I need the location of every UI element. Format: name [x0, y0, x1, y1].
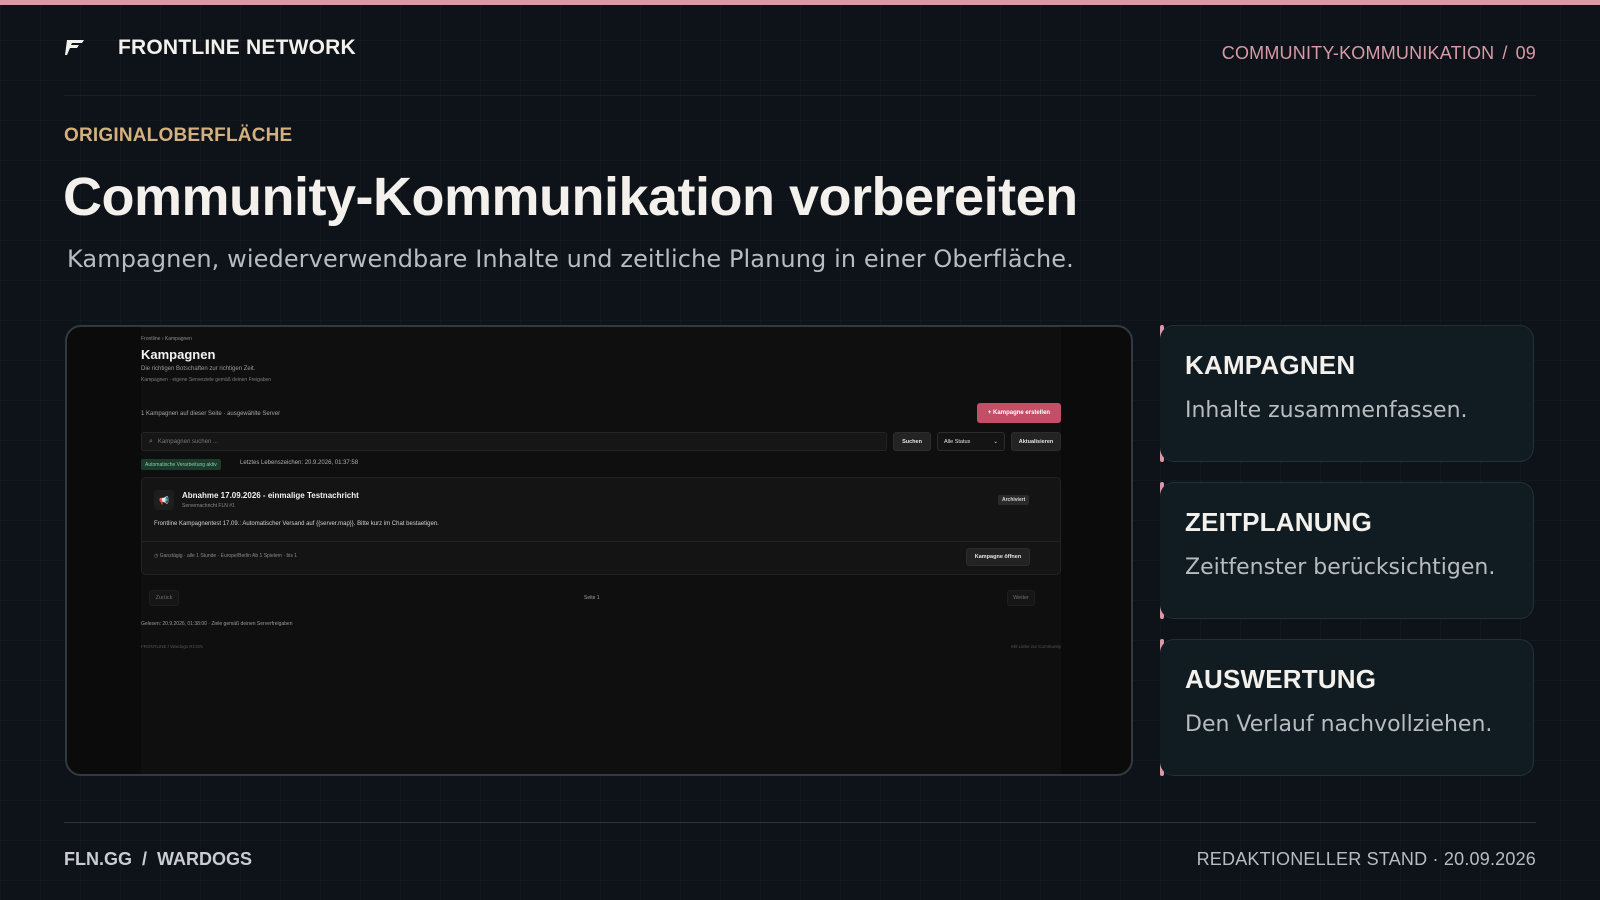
create-campaign-button[interactable]: + Kampagne erstellen [977, 403, 1061, 423]
feature-card-zeitplanung: ZEITPLANUNG Zeitfenster berücksichtigen. [1160, 482, 1534, 619]
next-page-button[interactable]: Weiter [1007, 590, 1035, 606]
campaigns-subline: Kampagnen · eigene Serverziele gemäß dei… [141, 377, 272, 383]
header-divider [64, 95, 1536, 96]
page-title: Community-Kommunikation vorbereiten [63, 167, 1078, 227]
campaign-text: Frontline Kampagnentest 17.09.: Automati… [154, 521, 439, 527]
campaign-card[interactable]: 📢 Abnahme 17.09.2026 - einmalige Testnac… [141, 477, 1061, 575]
brand: FRONTLINE NETWORK [64, 36, 356, 60]
page-indicator: Seite 1 [584, 595, 600, 601]
app-footer-right: Mit Liebe zur Community [1011, 644, 1061, 649]
feature-card-auswertung: AUSWERTUNG Den Verlauf nachvollziehen. [1160, 639, 1534, 776]
status-badge: Archiviert [998, 495, 1030, 505]
campaigns-description: Die richtigen Botschaften zur richtigen … [141, 366, 256, 372]
schedule-text: Ganztägig · alle 1 Stunde · Europe/Berli… [159, 553, 298, 559]
feature-text: Inhalte zusammenfassen. [1185, 398, 1468, 423]
refresh-button[interactable]: Aktualisieren [1011, 432, 1061, 451]
prev-page-button[interactable]: Zurück [149, 590, 179, 606]
eyebrow: ORIGINALOBERFLÄCHE [64, 125, 293, 146]
open-campaign-button[interactable]: Kampagne öffnen [966, 548, 1030, 566]
breadcrumb[interactable]: Frontline › Kampagnen [141, 336, 192, 342]
ui-screenshot: Frontline › Kampagnen Kampagnen Die rich… [65, 325, 1133, 776]
megaphone-icon: 📢 [154, 490, 174, 510]
footer-left: FLN.GG / WARDOGS [64, 849, 252, 870]
section-name: COMMUNITY-KOMMUNIKATION [1221, 43, 1495, 63]
feature-title: ZEITPLANUNG [1185, 507, 1373, 537]
frontline-logo-icon [65, 40, 84, 55]
screenshot-content: Frontline › Kampagnen Kampagnen Die rich… [141, 327, 1061, 774]
campaign-meta: Servernachricht FLN #1 [182, 503, 235, 509]
footer-org: WARDOGS [157, 849, 253, 869]
search-button[interactable]: Suchen [893, 432, 931, 451]
campaign-schedule: ◷ Ganztägig · alle 1 Stunde · Europe/Ber… [154, 553, 297, 559]
chevron-down-icon: ⌄ [993, 438, 998, 445]
top-accent-bar [0, 0, 1600, 5]
card-divider [142, 541, 1060, 542]
search-placeholder: Kampagnen suchen ... [157, 438, 218, 445]
app-footer-left: FRONTLINE / Wardogs RCON [141, 644, 203, 649]
campaigns-title: Kampagnen [141, 347, 216, 362]
footer-separator: / [142, 849, 148, 869]
search-input[interactable]: ⌕ Kampagnen suchen ... [141, 432, 887, 451]
read-info: Gelesen: 20.9.2026, 01:38:00 · Ziele gem… [141, 621, 293, 627]
footer-site: FLN.GG [64, 849, 132, 869]
section-label: COMMUNITY-KOMMUNIKATION / 09 [1222, 43, 1536, 64]
feature-title: AUSWERTUNG [1185, 664, 1377, 694]
footer-divider [64, 822, 1536, 823]
status-select-value: Alle Status [944, 438, 971, 445]
campaign-title: Abnahme 17.09.2026 - einmalige Testnachr… [182, 491, 359, 500]
brand-name: FRONTLINE NETWORK [118, 36, 356, 59]
heartbeat-text: Letztes Lebenszeichen: 20.9.2026, 01:37:… [240, 460, 359, 466]
feature-text: Den Verlauf nachvollziehen. [1185, 712, 1493, 737]
feature-title: KAMPAGNEN [1185, 350, 1356, 380]
search-icon: ⌕ [149, 437, 153, 445]
status-select[interactable]: Alle Status ⌄ [937, 432, 1005, 451]
slide-number: 09 [1515, 43, 1536, 63]
auto-processing-badge: Automatische Verarbeitung aktiv [141, 459, 221, 470]
section-separator: / [1502, 43, 1508, 63]
feature-text: Zeitfenster berücksichtigen. [1185, 555, 1496, 580]
campaign-count: 1 Kampagnen auf dieser Seite · ausgewähl… [141, 411, 281, 417]
feature-card-kampagnen: KAMPAGNEN Inhalte zusammenfassen. [1160, 325, 1534, 462]
footer-status: REDAKTIONELLER STAND · 20.09.2026 [1196, 849, 1536, 869]
page-subtitle: Kampagnen, wiederverwendbare Inhalte und… [67, 245, 1074, 273]
